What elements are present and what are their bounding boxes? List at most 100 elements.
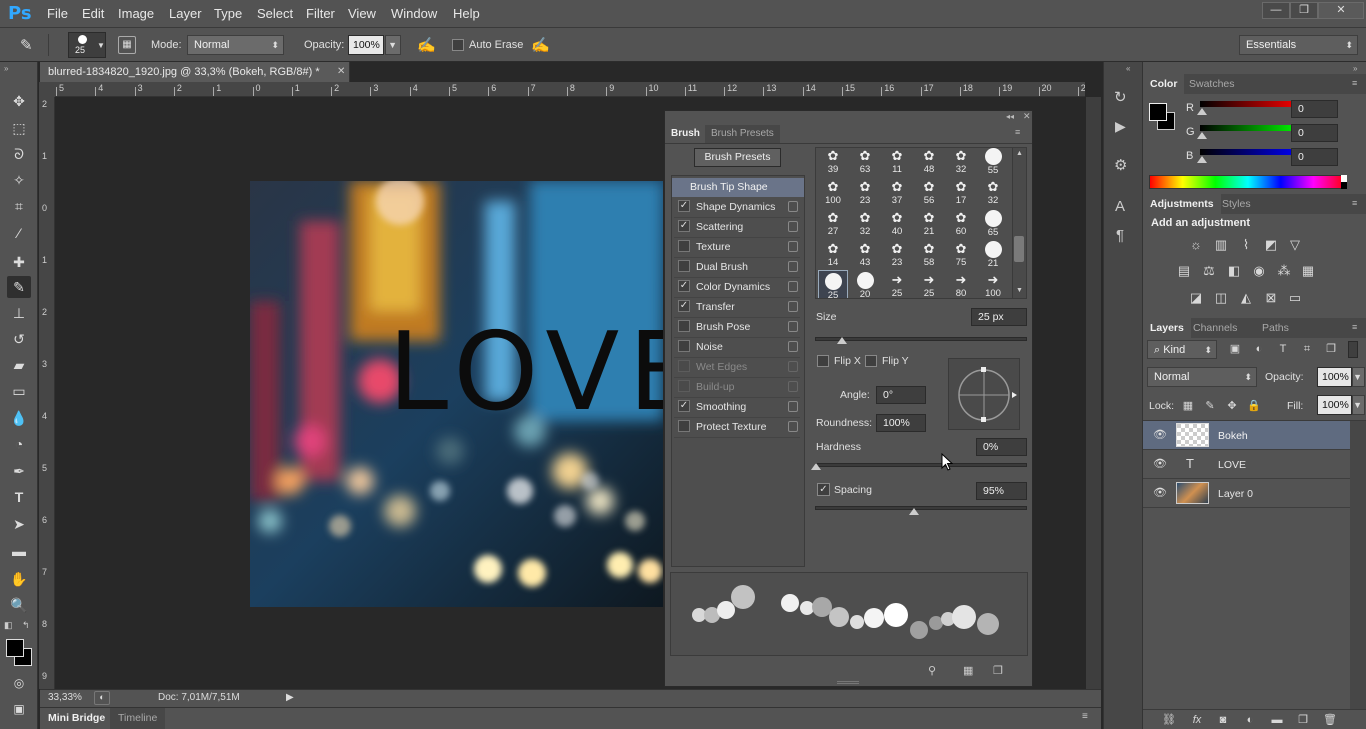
lock-icon[interactable] xyxy=(788,421,798,432)
minimize-button[interactable]: — xyxy=(1262,2,1290,19)
checkbox[interactable] xyxy=(678,260,690,273)
checkbox[interactable] xyxy=(678,240,690,253)
layers-scrollbar[interactable] xyxy=(1350,421,1366,710)
red-slider[interactable] xyxy=(1200,101,1302,107)
layer-row-bokeh[interactable]: 👁 Bokeh xyxy=(1143,421,1350,450)
color-lookup-icon[interactable]: ▦ xyxy=(1299,263,1317,279)
collapse-icon[interactable]: » xyxy=(1353,64,1357,73)
brush-tip-cell[interactable]: ➜ 80 xyxy=(946,270,976,298)
new-adjustment-icon[interactable]: ◐ xyxy=(1241,712,1259,728)
close-button[interactable]: ✕ xyxy=(1318,2,1364,19)
lock-icon[interactable] xyxy=(788,401,798,412)
lock-icon[interactable] xyxy=(788,221,798,232)
screen-mode-icon[interactable]: ▣ xyxy=(7,698,31,720)
exposure-icon[interactable]: ◩ xyxy=(1262,237,1280,253)
filter-type-icon[interactable]: T xyxy=(1274,341,1292,357)
fx-icon[interactable]: fx xyxy=(1188,712,1206,728)
lock-icon[interactable] xyxy=(788,381,798,392)
brush-option-wet-edges[interactable]: Wet Edges xyxy=(674,358,800,378)
curves-icon[interactable]: ⌇ xyxy=(1237,237,1255,253)
tab-brush[interactable]: Brush xyxy=(665,125,706,143)
brush-tip-cell[interactable]: ✿ 48 xyxy=(914,148,944,176)
mode-select[interactable]: Normal ⬍ xyxy=(187,35,284,55)
eye-icon[interactable]: 👁 xyxy=(1153,459,1167,470)
posterize-icon[interactable]: ◫ xyxy=(1212,290,1230,306)
clone-stamp-icon[interactable]: ⊥ xyxy=(7,302,31,324)
lock-icon[interactable] xyxy=(788,321,798,332)
menu-edit[interactable]: Edit xyxy=(82,6,104,21)
hand-tool-icon[interactable]: ✋ xyxy=(7,568,31,590)
hardness-input[interactable]: 0% xyxy=(976,438,1027,456)
scroll-thumb[interactable] xyxy=(1014,236,1024,262)
color-balance-icon[interactable]: ⚖ xyxy=(1200,263,1218,279)
brush-tip-shape-item[interactable]: Brush Tip Shape xyxy=(672,178,804,197)
panel-menu-icon[interactable]: ≡ xyxy=(1082,711,1088,722)
angle-input[interactable]: 0° xyxy=(876,386,926,404)
brush-option-protect-texture[interactable]: Protect Texture xyxy=(674,418,800,438)
vertical-scrollbar[interactable] xyxy=(1086,97,1101,689)
checkbox[interactable] xyxy=(678,340,690,353)
close-icon[interactable]: ✕ xyxy=(1023,111,1031,122)
resize-grip-icon[interactable] xyxy=(837,681,859,684)
photo-filter-icon[interactable]: ◉ xyxy=(1250,263,1268,279)
filter-shape-icon[interactable]: ⌗ xyxy=(1298,341,1316,357)
layer-opacity-input[interactable]: 100% xyxy=(1317,367,1352,387)
history-panel-icon[interactable]: ↻ xyxy=(1114,88,1127,106)
brush-tip-cell[interactable]: ✿ 60 xyxy=(946,208,976,238)
brush-tip-cell[interactable]: ✿ 75 xyxy=(946,239,976,269)
spacing-checkbox[interactable]: ✓ xyxy=(817,483,830,496)
brush-tip-cell[interactable]: ✿ 17 xyxy=(946,177,976,207)
brush-option-color-dynamics[interactable]: ✓ Color Dynamics xyxy=(674,278,800,298)
new-layer-icon[interactable]: ❐ xyxy=(1294,712,1312,728)
checkbox[interactable]: ✓ xyxy=(678,280,690,293)
menu-image[interactable]: Image xyxy=(118,6,154,21)
tab-styles[interactable]: Styles xyxy=(1215,194,1258,214)
checkbox[interactable] xyxy=(678,360,690,373)
swap-colors-icon[interactable]: ↰ xyxy=(22,620,30,631)
eyedropper-tool-icon[interactable]: ⁄ xyxy=(7,222,31,244)
filter-adjustment-icon[interactable]: ◐ xyxy=(1250,341,1268,357)
channel-mixer-icon[interactable]: ⁂ xyxy=(1275,263,1293,279)
panel-menu-icon[interactable]: ≡ xyxy=(1352,198,1357,208)
hardness-slider[interactable] xyxy=(815,463,1027,467)
filter-pixel-icon[interactable]: ▣ xyxy=(1226,341,1244,357)
brush-tip-cell[interactable]: ✿ 56 xyxy=(914,177,944,207)
opacity-dropdown[interactable]: ▼ xyxy=(385,35,401,55)
black-white-icon[interactable]: ◧ xyxy=(1225,263,1243,279)
blur-tool-icon[interactable]: 💧 xyxy=(7,407,31,429)
menu-view[interactable]: View xyxy=(348,6,376,21)
type-tool-icon[interactable]: T xyxy=(7,486,31,508)
eye-icon[interactable]: 👁 xyxy=(1153,430,1167,441)
lock-transparent-icon[interactable]: ▦ xyxy=(1179,398,1197,414)
scroll-down-icon[interactable]: ▼ xyxy=(1016,287,1023,294)
collapse-icon[interactable]: » xyxy=(4,64,8,73)
brush-tip-cell[interactable]: ✿ 37 xyxy=(882,177,912,207)
blue-slider[interactable] xyxy=(1200,149,1302,155)
tab-layers[interactable]: Layers xyxy=(1143,318,1191,338)
new-brush-icon[interactable]: ❐ xyxy=(993,664,1003,677)
auto-erase-checkbox[interactable] xyxy=(452,39,464,51)
brush-tip-cell[interactable]: ✿ 27 xyxy=(818,208,848,238)
menu-window[interactable]: Window xyxy=(391,6,437,21)
tab-swatches[interactable]: Swatches xyxy=(1182,74,1242,94)
lock-icon[interactable] xyxy=(788,301,798,312)
opacity-input[interactable]: 100% xyxy=(348,35,384,55)
tab-brush-presets[interactable]: Brush Presets xyxy=(705,125,780,143)
brush-tip-cell[interactable]: ✿ 40 xyxy=(882,208,912,238)
default-colors-icon[interactable]: ◧ xyxy=(4,620,13,631)
brush-tip-cell[interactable]: ✿ 14 xyxy=(818,239,848,269)
close-tab-icon[interactable]: ✕ xyxy=(337,62,345,82)
marquee-tool-icon[interactable]: ⬚ xyxy=(7,117,31,139)
tip-grid-scrollbar[interactable]: ▲ ▼ xyxy=(1012,148,1026,298)
brush-tip-cell[interactable]: 65 xyxy=(978,208,1008,238)
document-tab[interactable]: blurred-1834820_1920.jpg @ 33,3% (Bokeh,… xyxy=(40,62,350,82)
brush-option-build-up[interactable]: Build-up xyxy=(674,378,800,398)
gradient-map-icon[interactable]: ▭ xyxy=(1286,290,1304,306)
pressure-opacity-icon[interactable]: ✍ xyxy=(417,36,436,54)
gradient-tool-icon[interactable]: ▭ xyxy=(7,380,31,402)
eye-icon[interactable]: 👁 xyxy=(1153,488,1167,499)
checkbox[interactable]: ✓ xyxy=(678,300,690,313)
selective-color-icon[interactable]: ⊠ xyxy=(1262,290,1280,306)
rectangle-tool-icon[interactable]: ▬ xyxy=(7,540,31,562)
brush-tip-cell[interactable]: ➜ 25 xyxy=(914,270,944,298)
